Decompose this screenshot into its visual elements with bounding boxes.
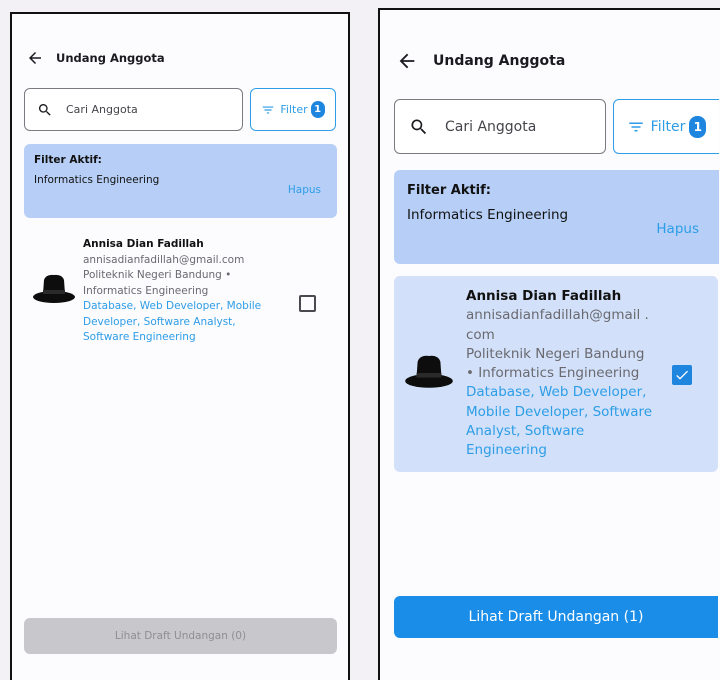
- filter-label: Filter: [280, 103, 308, 116]
- search-placeholder: Cari Anggota: [66, 103, 138, 116]
- clear-filter-link[interactable]: Hapus: [288, 184, 321, 196]
- hat-avatar-icon: [404, 352, 454, 394]
- screen-selected: Undang Anggota Cari Anggota Filter 1 Fil…: [378, 8, 720, 680]
- member-skills: Database, Web Developer, Mobile Develope…: [466, 384, 653, 459]
- filter-label: Filter: [650, 118, 686, 135]
- page-title: Undang Anggota: [433, 53, 566, 69]
- filter-icon: [261, 103, 275, 117]
- back-arrow-icon[interactable]: [396, 50, 418, 72]
- filter-icon: [627, 118, 645, 136]
- filter-button[interactable]: Filter 1: [613, 99, 719, 154]
- member-affiliation: Politeknik Negeri Bandung • Informatics …: [466, 345, 645, 382]
- member-name: Annisa Dian Fadillah: [83, 238, 204, 250]
- active-filter-value: Informatics Engineering: [34, 174, 160, 186]
- search-input[interactable]: Cari Anggota: [394, 99, 606, 154]
- clear-filter-link[interactable]: Hapus: [656, 221, 699, 237]
- filter-count-badge: 1: [310, 101, 325, 118]
- back-arrow-icon[interactable]: [26, 49, 44, 67]
- member-info: Annisa Dian Fadillah annisadianfadillah@…: [466, 287, 656, 461]
- member-info: Annisa Dian Fadillah annisadianfadillah@…: [83, 237, 283, 346]
- screen-unselected: Undang Anggota Cari Anggota Filter 1 Fil…: [10, 12, 350, 680]
- active-filter-panel: Filter Aktif: Informatics Engineering Ha…: [24, 144, 337, 218]
- member-card[interactable]: Annisa Dian Fadillah annisadianfadillah@…: [394, 276, 718, 472]
- member-email: annisadianfadillah@gmail.com: [83, 253, 245, 266]
- search-placeholder: Cari Anggota: [445, 118, 537, 135]
- app-bar: Undang Anggota: [396, 50, 565, 72]
- member-affiliation: Politeknik Negeri Bandung • Informatics …: [83, 269, 232, 297]
- active-filter-panel: Filter Aktif: Informatics Engineering Ha…: [394, 170, 719, 264]
- member-card[interactable]: Annisa Dian Fadillah annisadianfadillah@…: [24, 232, 337, 352]
- page-title: Undang Anggota: [56, 51, 165, 65]
- member-email: annisadianfadillah@gmail .com: [466, 307, 649, 343]
- app-bar: Undang Anggota: [26, 48, 165, 68]
- member-select-checkbox[interactable]: [672, 365, 692, 385]
- active-filter-title: Filter Aktif:: [34, 154, 102, 166]
- view-draft-button[interactable]: Lihat Draft Undangan (0): [24, 618, 337, 654]
- search-icon: [409, 117, 429, 137]
- member-name: Annisa Dian Fadillah: [466, 288, 622, 304]
- member-select-checkbox[interactable]: [299, 295, 316, 312]
- active-filter-title: Filter Aktif:: [407, 183, 491, 198]
- active-filter-value: Informatics Engineering: [407, 207, 569, 223]
- check-icon: [676, 370, 688, 380]
- member-skills: Database, Web Developer, Mobile Develope…: [83, 300, 262, 343]
- view-draft-button[interactable]: Lihat Draft Undangan (1): [394, 596, 718, 638]
- search-input[interactable]: Cari Anggota: [24, 88, 243, 131]
- hat-avatar-icon: [32, 272, 76, 308]
- filter-count-badge: 1: [689, 115, 707, 138]
- search-icon: [37, 102, 53, 118]
- filter-button[interactable]: Filter 1: [250, 88, 336, 131]
